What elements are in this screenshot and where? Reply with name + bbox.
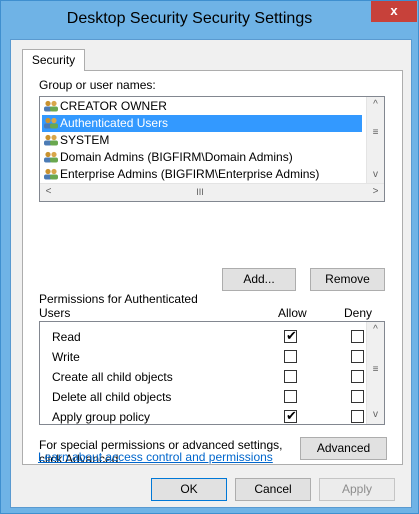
scroll-up-icon[interactable]: ^ — [367, 97, 384, 114]
allow-checkbox-apply-group-policy[interactable]: ✔ — [284, 408, 297, 423]
permission-name: Apply group policy — [52, 410, 151, 424]
permission-row-create-child: Create all child objects — [40, 367, 366, 387]
checkmark-icon: ✔ — [286, 328, 297, 343]
learn-access-control-link[interactable]: Learn about access control and permissio… — [38, 450, 273, 464]
deny-checkbox-apply-group-policy[interactable] — [351, 410, 364, 423]
user-group-icon — [44, 151, 58, 163]
user-row-creator-owner[interactable]: CREATOR OWNER — [42, 98, 362, 115]
close-button[interactable]: x — [371, 1, 417, 22]
user-name: CREATOR OWNER — [60, 99, 167, 113]
permissions-label-line2: Users — [39, 306, 71, 320]
permissions-label-line1: Permissions for Authenticated — [39, 292, 198, 306]
permission-name: Delete all child objects — [52, 390, 172, 404]
cancel-button[interactable]: Cancel — [235, 478, 311, 501]
user-group-icon — [44, 168, 58, 180]
permission-row-apply-group-policy: Apply group policy ✔ — [40, 407, 366, 424]
user-name: Enterprise Admins (BIGFIRM\Enterprise Ad… — [60, 167, 320, 181]
allow-checkbox-read[interactable]: ✔ — [284, 328, 297, 343]
scroll-down-icon[interactable]: v — [367, 167, 384, 184]
add-button[interactable]: Add... — [222, 268, 296, 291]
user-group-icon — [44, 100, 58, 112]
user-group-icon — [44, 134, 58, 146]
dialog-window: Desktop Security Security Settings x Sec… — [0, 0, 419, 514]
users-horizontal-scrollbar[interactable]: < III > — [40, 183, 384, 201]
remove-button[interactable]: Remove — [310, 268, 385, 291]
group-names-label: Group or user names: — [39, 78, 156, 92]
scroll-right-icon[interactable]: > — [367, 184, 384, 201]
allow-column-header: Allow — [278, 306, 307, 320]
permission-name: Read — [52, 330, 81, 344]
tab-security[interactable]: Security — [22, 49, 85, 71]
permissions-vertical-scrollbar[interactable]: ^ ≡ v — [366, 322, 384, 424]
deny-column-header: Deny — [344, 306, 373, 320]
checkmark-icon: ✔ — [286, 408, 297, 423]
users-vertical-scrollbar[interactable]: ^ ≡ v — [366, 97, 384, 184]
deny-checkbox-write[interactable] — [351, 350, 364, 363]
user-row-enterprise-admins[interactable]: Enterprise Admins (BIGFIRM\Enterprise Ad… — [42, 166, 362, 183]
user-row-domain-admins[interactable]: Domain Admins (BIGFIRM\Domain Admins) — [42, 149, 362, 166]
user-row-authenticated-users[interactable]: Authenticated Users — [42, 115, 362, 132]
apply-button[interactable]: Apply — [319, 478, 395, 501]
user-name: Domain Admins (BIGFIRM\Domain Admins) — [60, 150, 293, 164]
permissions-list[interactable]: Read ✔ Write Create all child objects De… — [39, 321, 385, 425]
user-row-system[interactable]: SYSTEM — [42, 132, 362, 149]
permission-row-write: Write — [40, 347, 366, 367]
deny-checkbox-create-child[interactable] — [351, 370, 364, 383]
window-title: Desktop Security Security Settings — [66, 10, 313, 27]
ok-button[interactable]: OK — [151, 478, 227, 501]
scroll-up-icon[interactable]: ^ — [367, 322, 384, 339]
permission-row-delete-child: Delete all child objects — [40, 387, 366, 407]
scroll-down-icon[interactable]: v — [367, 407, 384, 424]
user-name: SYSTEM — [60, 133, 110, 147]
allow-checkbox-create-child[interactable] — [284, 370, 297, 383]
scroll-grip-icon[interactable]: ≡ — [367, 362, 384, 379]
user-name: Authenticated Users — [60, 116, 169, 130]
deny-checkbox-read[interactable] — [351, 330, 364, 343]
users-listbox[interactable]: CREATOR OWNER Authenticated Users SYSTEM… — [39, 96, 385, 202]
permission-row-read: Read ✔ — [40, 327, 366, 347]
title-bar[interactable]: Desktop Security Security Settings x — [1, 1, 418, 39]
scroll-thumb-grip-icon[interactable]: III — [180, 184, 220, 201]
advanced-button[interactable]: Advanced — [300, 437, 387, 460]
security-tab-panel: Group or user names: CREATOR OWNER Authe… — [22, 70, 403, 466]
user-group-icon — [44, 117, 58, 129]
allow-checkbox-write[interactable] — [284, 350, 297, 363]
allow-checkbox-delete-child[interactable] — [284, 390, 297, 403]
scroll-grip-icon[interactable]: ≡ — [367, 125, 384, 142]
permission-name: Create all child objects — [52, 370, 173, 384]
permission-name: Write — [52, 350, 80, 364]
scroll-left-icon[interactable]: < — [40, 184, 57, 201]
dialog-client: Security Group or user names: CREATOR OW… — [10, 39, 412, 508]
deny-checkbox-delete-child[interactable] — [351, 390, 364, 403]
